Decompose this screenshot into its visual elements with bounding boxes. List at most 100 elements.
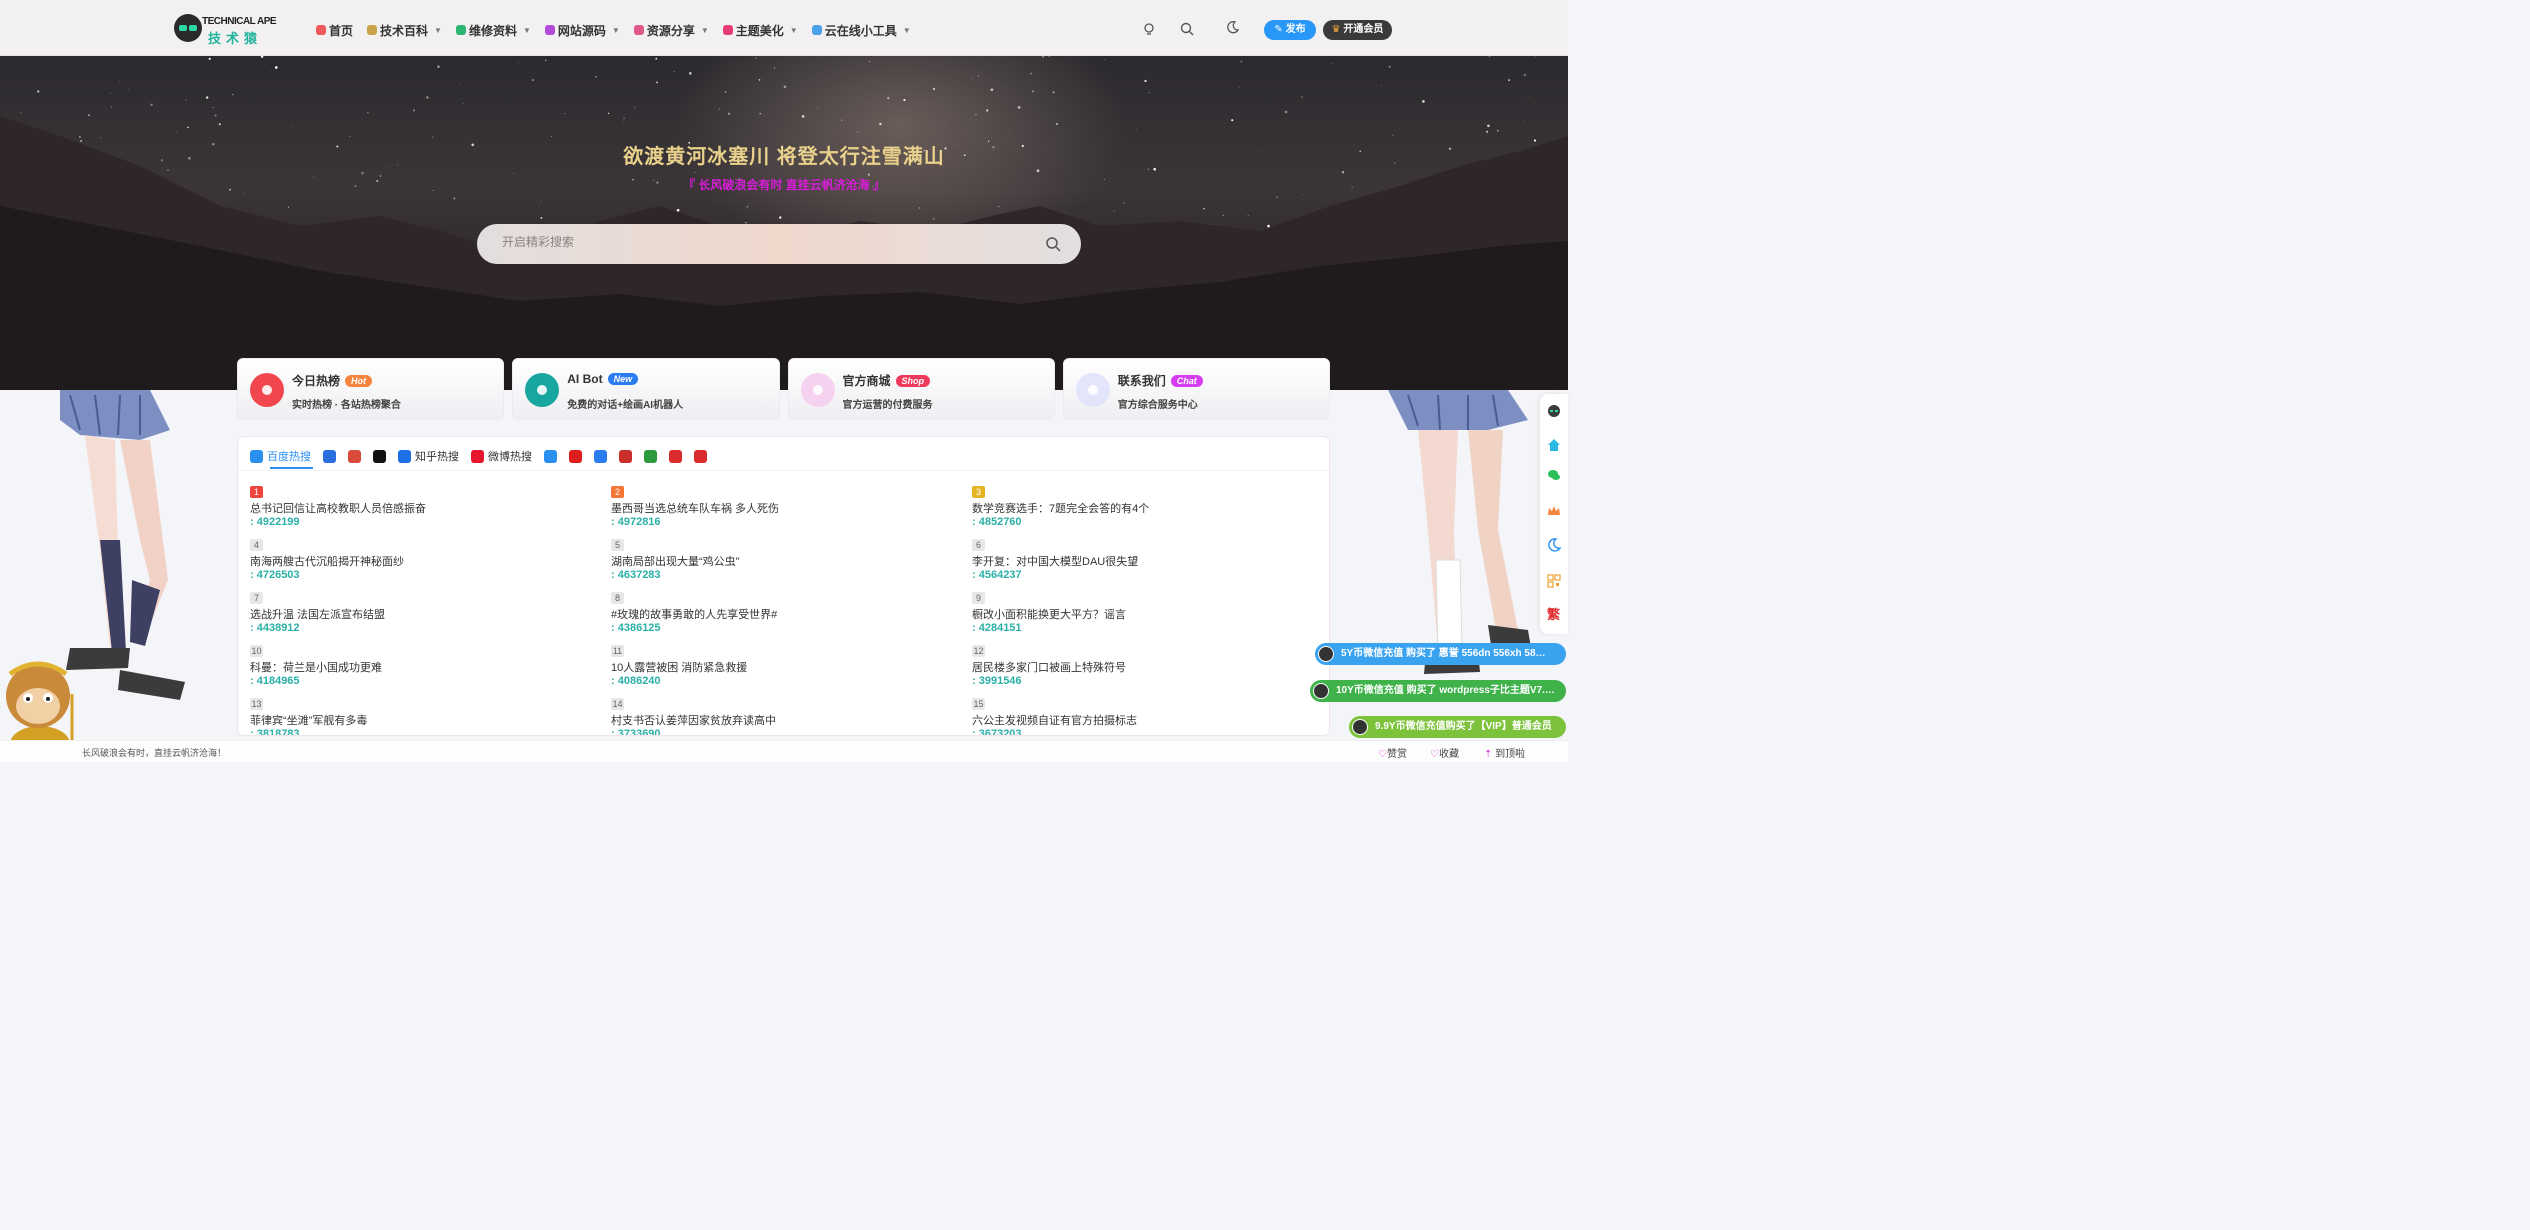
chevron-down-icon: ▼	[902, 25, 911, 35]
card-title: AI Bot	[567, 372, 603, 386]
nav-item-5[interactable]: 主题美化 ▼	[722, 20, 798, 40]
publish-button[interactable]: ✎ 发布	[1264, 20, 1316, 40]
hot-tab-5[interactable]: 微博热搜	[471, 448, 532, 464]
hot-title[interactable]: 科曼：荷兰是小国成功更难	[250, 659, 590, 675]
hot-title[interactable]: 居民楼多家门口被画上特殊符号	[972, 659, 1312, 675]
nav-item-3[interactable]: 网站源码 ▼	[544, 20, 620, 40]
hot-title[interactable]: 村支书否认姜萍因家贫放弃读高中	[611, 712, 951, 728]
hot-value: : 4386125	[611, 622, 661, 634]
hot-tab-0[interactable]: 百度热搜	[250, 448, 311, 464]
site-logo[interactable]: TECHNICAL APE 技术猿	[174, 14, 277, 46]
hot-tab-12[interactable]	[694, 449, 707, 463]
hot-title[interactable]: 总书记回信让高校教职人员倍感振奋	[250, 500, 590, 516]
hot-title[interactable]: #玫瑰的故事勇敢的人先享受世界#	[611, 606, 951, 622]
hot-title[interactable]: 数学竞赛选手：7题完全会答的有4个	[972, 500, 1312, 516]
hot-title[interactable]: 橱改小面积能换更大平方？谣言	[972, 606, 1312, 622]
hot-tab-11[interactable]	[669, 449, 682, 463]
home-icon[interactable]	[1547, 438, 1561, 452]
hot-title[interactable]: 李开复：对中国大模型DAU很失望	[972, 553, 1312, 569]
hot-tab-4[interactable]: 知乎热搜	[398, 448, 459, 464]
card-title: 今日热榜	[292, 374, 341, 388]
nav-item-1[interactable]: 技术百科 ▼	[367, 20, 442, 40]
hot-title[interactable]: 墨西哥当选总统车队车祸 多人死伤	[611, 500, 951, 516]
hot-list-item[interactable]: 13 菲律宾“坐滩”军舰有多毒: 3818783	[250, 695, 590, 735]
hot-list-item[interactable]: 9 橱改小面积能换更大平方？谣言: 4284151	[972, 589, 1312, 634]
traditional-chinese-toggle-icon[interactable]: 繁	[1547, 608, 1561, 622]
feature-card-0[interactable]: 今日热榜 Hot 实时热榜 · 各站热榜聚合	[237, 358, 505, 420]
hot-source-icon	[694, 449, 707, 463]
hot-value: : 4284151	[972, 622, 1022, 634]
card-description: 官方综合服务中心	[1117, 400, 1198, 411]
hot-list-item[interactable]: 15 六公主发视频自证有官方拍摄标志: 3673203	[972, 695, 1312, 735]
hot-list-item[interactable]: 7 选战升温 法国左派宣布结盟: 4438912	[250, 589, 590, 634]
hot-tab-3[interactable]	[373, 449, 386, 463]
active-tab-indicator	[270, 467, 313, 469]
notice-text: 10Y币微信充值 购买了 wordpress子比主题V7.…	[1336, 685, 1555, 696]
reward-button[interactable]: ♡赞赏	[1378, 745, 1407, 760]
hot-title[interactable]: 南海两艘古代沉船揭开神秘面纱	[250, 553, 590, 569]
hot-list-item[interactable]: 11 10人露营被困 消防紧急救援: 4086240	[611, 642, 951, 687]
book-icon	[367, 25, 378, 35]
wechat-icon[interactable]	[1547, 468, 1561, 482]
nav-item-0[interactable]: 首页	[316, 20, 353, 40]
nav-label: 维修资料	[468, 23, 517, 38]
hot-value: : 4637283	[611, 569, 661, 581]
back-to-top-button[interactable]: ⇡ 到顶啦	[1484, 745, 1525, 760]
hot-value: : 4564237	[972, 569, 1022, 581]
hot-title[interactable]: 六公主发视频自证有官方拍摄标志	[972, 712, 1312, 728]
favorite-button[interactable]: ♡收藏	[1430, 745, 1459, 760]
crown-icon[interactable]	[1547, 504, 1561, 518]
search-input[interactable]	[502, 235, 1022, 249]
hot-title[interactable]: 菲律宾“坐滩”军舰有多毒	[250, 712, 590, 728]
hot-value: : 4086240	[611, 675, 661, 687]
purchase-notice[interactable]: 5Y币微信充值 购买了 惠誉 556dn 556xh 58…	[1315, 643, 1566, 665]
nav-item-6[interactable]: 云在线小工具 ▼	[811, 20, 911, 40]
purchase-notice[interactable]: 9.9Y币微信充值购买了【VIP】普通会员	[1349, 716, 1566, 738]
hot-list-item[interactable]: 3 数学竞赛选手：7题完全会答的有4个: 4852760	[972, 483, 1312, 528]
hot-list-item[interactable]: 5 湖南局部出现大量“鸡公虫”: 4637283	[611, 536, 951, 581]
hot-title[interactable]: 湖南局部出现大量“鸡公虫”	[611, 553, 951, 569]
moon-icon[interactable]	[1547, 538, 1561, 552]
feature-card-2[interactable]: 官方商城 Shop 官方运营的付费服务	[787, 358, 1055, 420]
hot-value: : 4726503	[250, 569, 300, 581]
hot-tab-10[interactable]	[644, 449, 657, 463]
vip-button[interactable]: ♛ 开通会员	[1323, 20, 1392, 40]
lightbulb-icon[interactable]	[1142, 22, 1156, 36]
hot-value: : 4972816	[611, 516, 661, 528]
hot-tab-6[interactable]	[544, 449, 557, 463]
qrcode-icon[interactable]	[1547, 574, 1561, 588]
mascot-avatar-icon[interactable]	[1547, 404, 1561, 418]
search-submit-icon[interactable]	[1045, 236, 1061, 252]
nav-item-2[interactable]: 维修资料 ▼	[455, 20, 531, 40]
hot-tab-8[interactable]	[594, 449, 607, 463]
hot-list-item[interactable]: 14 村支书否认姜萍因家贫放弃读高中: 3733690	[611, 695, 951, 735]
nav-label: 主题美化	[735, 23, 784, 38]
rank-badge: 9	[972, 592, 985, 604]
hot-tab-1[interactable]	[323, 449, 336, 463]
hot-tab-9[interactable]	[619, 449, 632, 463]
right-float-toolbar: 繁	[1540, 394, 1568, 634]
hot-title[interactable]: 选战升温 法国左派宣布结盟	[250, 606, 590, 622]
purchase-notice[interactable]: 10Y币微信充值 购买了 wordpress子比主题V7.…	[1310, 680, 1566, 702]
user-avatar	[1352, 719, 1368, 735]
feature-card-1[interactable]: AI Bot New 免费的对话+绘画AI机器人	[512, 358, 780, 420]
hot-source-icon	[594, 449, 607, 463]
hot-list-item[interactable]: 2 墨西哥当选总统车队车祸 多人死伤: 4972816	[611, 483, 951, 528]
hot-list-item[interactable]: 12 居民楼多家门口被画上特殊符号: 3991546	[972, 642, 1312, 687]
hot-list-item[interactable]: 6 李开复：对中国大模型DAU很失望: 4564237	[972, 536, 1312, 581]
hero-title: 欲渡黄河冰塞川 将登太行注雪满山	[623, 146, 945, 168]
hot-list-item[interactable]: 4 南海两艘古代沉船揭开神秘面纱: 4726503	[250, 536, 590, 581]
reward-icon: ♡	[1378, 749, 1387, 760]
nav-item-4[interactable]: 资源分享 ▼	[633, 20, 709, 40]
hot-tab-7[interactable]	[569, 449, 582, 463]
hot-list-item[interactable]: 1 总书记回信让高校教职人员倍感振奋: 4922199	[250, 483, 590, 528]
hot-list-item[interactable]: 8 #玫瑰的故事勇敢的人先享受世界#: 4386125	[611, 589, 951, 634]
hot-list-item[interactable]: 10 科曼：荷兰是小国成功更难: 4184965	[250, 642, 590, 687]
card-title-row: 联系我们 Chat	[1118, 372, 1203, 389]
hot-title[interactable]: 10人露营被困 消防紧急救援	[611, 659, 951, 675]
dark-mode-icon[interactable]	[1226, 20, 1240, 34]
top-header: TECHNICAL APE 技术猿 首页 技术百科 ▼ 维修资料 ▼ 网站源码 ▼ 资源分享 ▼…	[0, 0, 1568, 56]
feature-card-3[interactable]: 联系我们 Chat 官方综合服务中心	[1062, 358, 1330, 420]
search-icon[interactable]	[1180, 22, 1194, 36]
hot-tab-2[interactable]	[348, 449, 361, 463]
